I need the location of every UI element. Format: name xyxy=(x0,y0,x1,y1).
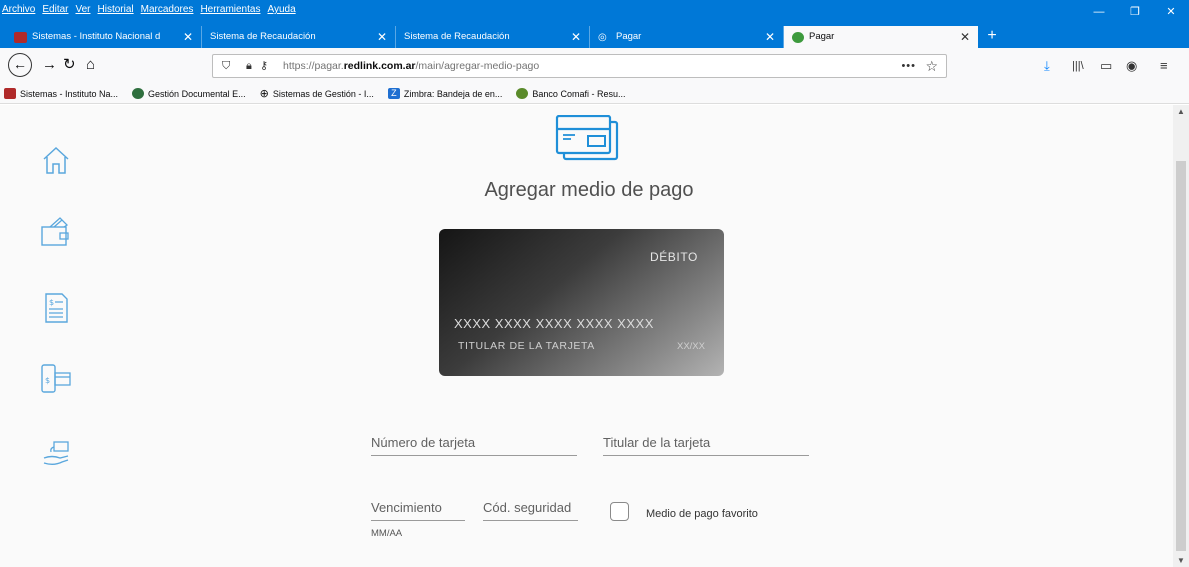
tab-strip: Sistemas - Instituto Nacional d ✕ Sistem… xyxy=(6,26,1006,48)
card-expiry-display: XX/XX xyxy=(677,341,705,352)
nav-toolbar: ← → ↻ ⌂ ⛉ 🔒︎ ⚷ https://pagar.redlink.com… xyxy=(0,48,1189,84)
page-actions-icon[interactable]: ••• xyxy=(901,55,916,77)
bookmark-gestion-documental[interactable]: Gestión Documental E... xyxy=(132,84,246,103)
url-text[interactable]: https://pagar.redlink.com.ar/main/agrega… xyxy=(283,55,539,77)
menu-bar: Archivo Editar Ver Historial Marcadores … xyxy=(2,3,296,17)
minimize-button[interactable]: — xyxy=(1081,0,1117,24)
close-window-button[interactable]: ✕ xyxy=(1153,0,1189,24)
tab-pagar-active[interactable]: Pagar ✕ xyxy=(784,26,978,48)
tab-sistema-recaudacion-1[interactable]: Sistema de Recaudación ✕ xyxy=(202,26,396,48)
pagar-favicon-icon xyxy=(792,31,804,43)
download-icon[interactable]: ⤓ xyxy=(1044,56,1050,76)
tab-label: Sistema de Recaudación xyxy=(404,31,510,42)
window-controls: — ❐ ✕ xyxy=(1081,0,1189,24)
credit-card-icon xyxy=(555,115,619,161)
forward-button[interactable]: → xyxy=(42,55,57,75)
tab-label: Pagar xyxy=(809,31,835,42)
comafi-favicon-icon xyxy=(516,88,529,99)
bookmark-label: Gestión Documental E... xyxy=(148,88,246,99)
invoice-icon[interactable]: $ xyxy=(38,290,74,326)
menu-hamburger-icon[interactable]: ≡ xyxy=(1160,56,1168,76)
expiry-field xyxy=(371,493,465,521)
svg-text:$: $ xyxy=(49,298,54,307)
card-holder-display: TITULAR DE LA TARJETA xyxy=(458,340,595,352)
shield-icon[interactable]: ⛉ xyxy=(222,55,230,77)
globe-icon: ◎ xyxy=(598,31,607,43)
sidebar-toggle-icon[interactable]: ▭ xyxy=(1100,56,1112,76)
tab-label: Sistema de Recaudación xyxy=(210,31,316,42)
scroll-up-icon[interactable]: ▲ xyxy=(1173,107,1189,116)
favorite-label: Medio de pago favorito xyxy=(646,508,758,520)
bookmark-label: Sistemas - Instituto Na... xyxy=(20,88,119,99)
expiry-input[interactable] xyxy=(371,493,465,520)
bookmark-label: Banco Comafi - Resu... xyxy=(532,88,626,99)
menu-marcadores[interactable]: Marcadores xyxy=(141,3,194,17)
gde-favicon-icon xyxy=(132,88,145,99)
tab-label: Sistemas - Instituto Nacional d xyxy=(32,31,161,42)
url-domain: redlink.com.ar xyxy=(343,60,416,72)
card-preview: DÉBITO XXXX XXXX XXXX XXXX XXXX TITULAR … xyxy=(439,229,724,376)
tab-sistema-recaudacion-2[interactable]: Sistema de Recaudación ✕ xyxy=(396,26,590,48)
close-tab-icon[interactable]: ✕ xyxy=(571,26,581,48)
zimbra-favicon-icon: Z xyxy=(387,88,400,99)
close-tab-icon[interactable]: ✕ xyxy=(765,26,775,48)
inst-favicon-icon xyxy=(4,88,16,99)
expiry-hint: MM/AA xyxy=(371,528,403,539)
menu-historial[interactable]: Historial xyxy=(98,3,134,17)
home-button[interactable]: ⌂ xyxy=(86,55,95,75)
bookmark-star-icon[interactable]: ☆ xyxy=(925,55,938,77)
cvv-field xyxy=(483,493,578,521)
cvv-input[interactable] xyxy=(483,493,578,520)
scroll-down-icon[interactable]: ▼ xyxy=(1173,556,1189,565)
bookmark-zimbra[interactable]: Z Zimbra: Bandeja de en... xyxy=(387,84,503,103)
bookmark-banco-comafi[interactable]: Banco Comafi - Resu... xyxy=(516,84,625,103)
wallet-icon[interactable] xyxy=(38,214,74,250)
close-tab-icon[interactable]: ✕ xyxy=(183,26,193,48)
menu-ver[interactable]: Ver xyxy=(75,3,90,17)
menu-ayuda[interactable]: Ayuda xyxy=(267,3,295,17)
card-number-field xyxy=(371,428,577,456)
tab-label: Pagar xyxy=(616,31,642,42)
new-tab-button[interactable]: + xyxy=(978,26,1006,48)
card-number-display: XXXX XXXX XXXX XXXX XXXX xyxy=(454,316,654,331)
close-tab-icon[interactable]: ✕ xyxy=(377,26,387,48)
key-icon[interactable]: ⚷ xyxy=(260,55,268,77)
bookmark-sistemas-gestion[interactable]: ⊕ Sistemas de Gestión - I... xyxy=(260,84,374,103)
scroll-thumb[interactable] xyxy=(1176,161,1186,551)
mobile-payment-icon[interactable]: $ xyxy=(38,361,74,397)
bookmarks-bar: Sistemas - Instituto Na... Gestión Docum… xyxy=(0,84,1189,104)
home-icon[interactable] xyxy=(38,142,74,178)
url-prefix: https://pagar. xyxy=(283,60,344,72)
lock-icon[interactable]: 🔒︎ xyxy=(246,55,252,77)
menu-editar[interactable]: Editar xyxy=(42,3,68,17)
menu-herramientas[interactable]: Herramientas xyxy=(200,3,260,17)
library-icon[interactable]: |||\ xyxy=(1072,56,1084,76)
favorite-checkbox[interactable] xyxy=(610,502,629,521)
account-icon[interactable]: ◉ xyxy=(1126,56,1137,76)
globe-icon: ⊕ xyxy=(259,88,269,100)
back-button[interactable]: ← xyxy=(8,53,32,77)
close-tab-icon[interactable]: ✕ xyxy=(960,26,970,48)
restore-button[interactable]: ❐ xyxy=(1117,0,1153,24)
card-number-input[interactable] xyxy=(371,428,577,455)
url-path: /main/agregar-medio-pago xyxy=(415,60,540,72)
tab-sistemas-instituto[interactable]: Sistemas - Instituto Nacional d ✕ xyxy=(6,26,202,48)
reload-button[interactable]: ↻ xyxy=(63,55,76,75)
tab-pagar-1[interactable]: ◎ Pagar ✕ xyxy=(590,26,784,48)
browser-titlebar: Archivo Editar Ver Historial Marcadores … xyxy=(0,0,1189,48)
cash-hand-icon[interactable] xyxy=(38,436,74,472)
menu-archivo[interactable]: Archivo xyxy=(2,3,35,17)
page-title: Agregar medio de pago xyxy=(484,179,694,201)
page-scrollbar[interactable]: ▲ ▼ xyxy=(1173,105,1189,567)
inst-favicon-icon xyxy=(14,31,27,43)
card-holder-input[interactable] xyxy=(603,428,809,455)
url-bar[interactable]: ⛉ 🔒︎ ⚷ https://pagar.redlink.com.ar/main… xyxy=(212,54,947,78)
bookmark-label: Zimbra: Bandeja de en... xyxy=(403,88,503,99)
card-holder-field xyxy=(603,428,809,456)
page-content: $ $ Agregar medio de pago DÉBITO XXXX XX… xyxy=(0,105,1173,567)
bookmark-sistemas[interactable]: Sistemas - Instituto Na... xyxy=(4,84,118,103)
bookmark-label: Sistemas de Gestión - I... xyxy=(272,88,374,99)
svg-text:$: $ xyxy=(45,376,50,385)
card-type-label: DÉBITO xyxy=(649,250,698,264)
